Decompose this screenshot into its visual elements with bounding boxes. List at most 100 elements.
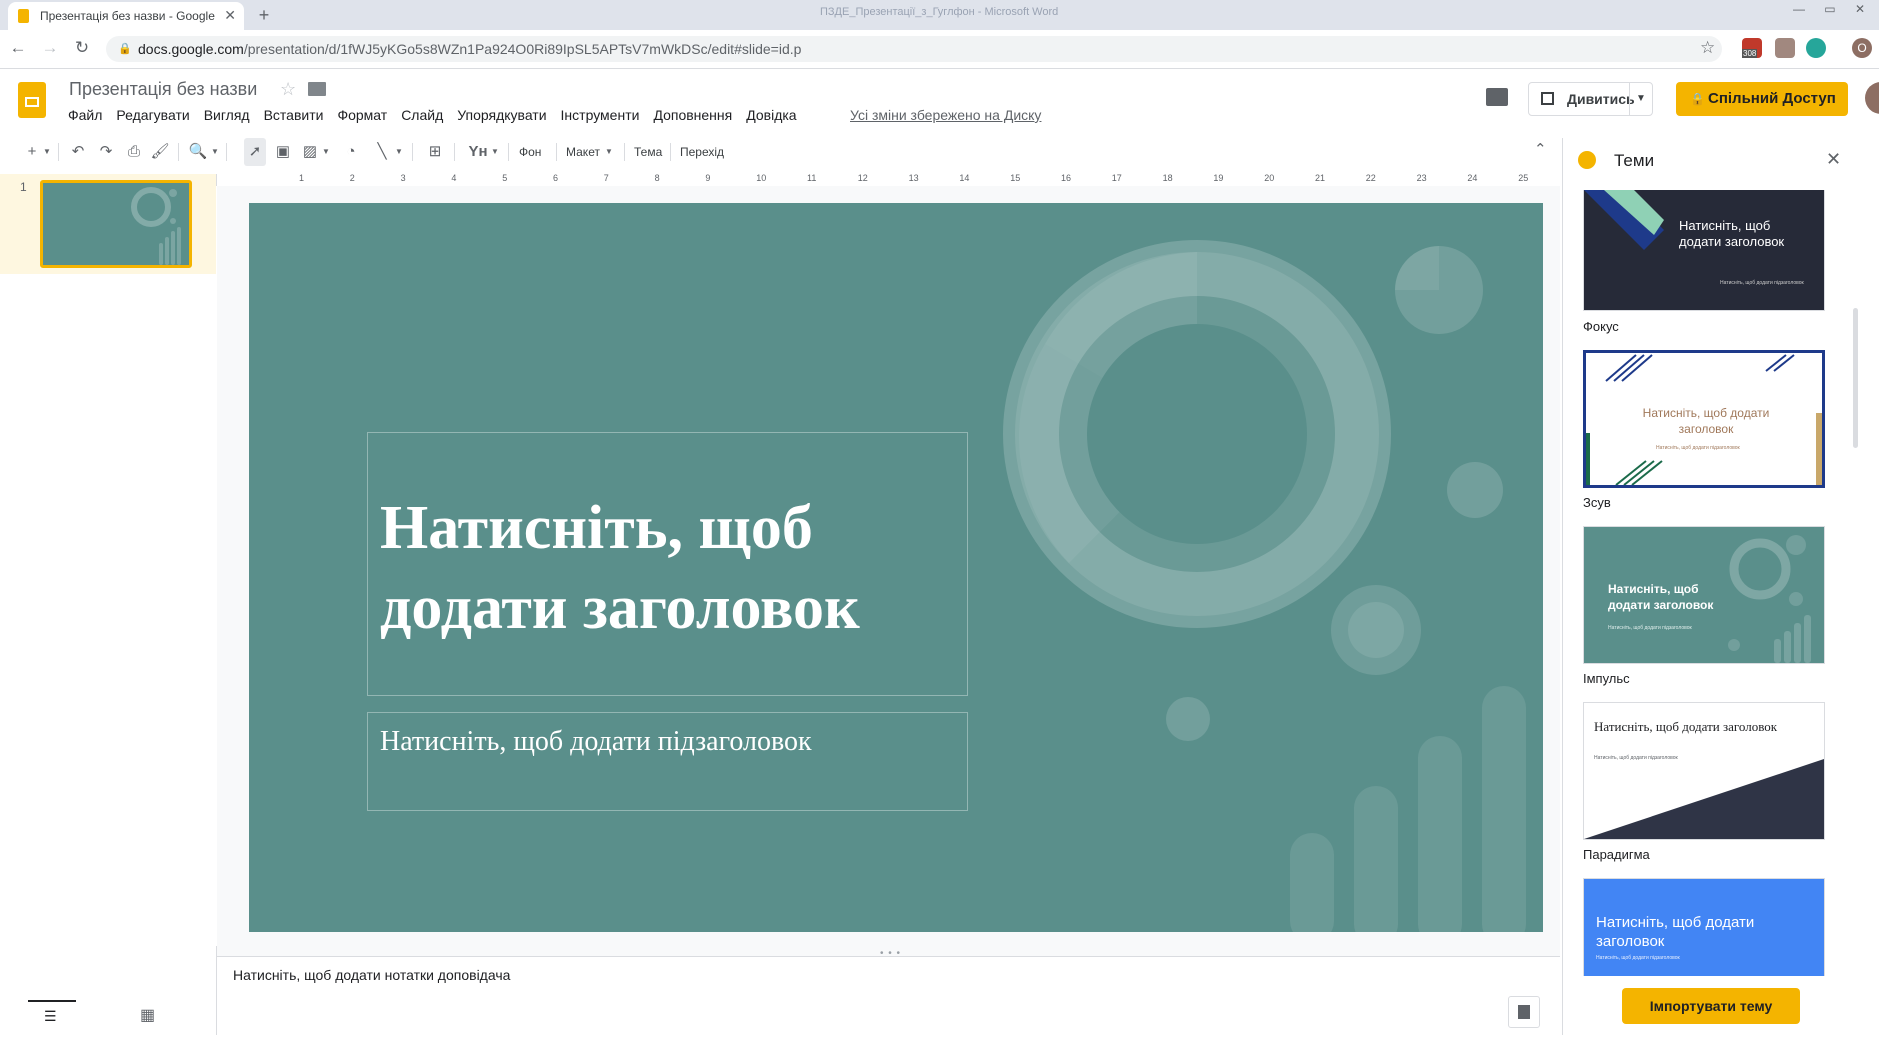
print-icon[interactable]: ⎙ bbox=[124, 138, 144, 166]
slide-thumbnail[interactable] bbox=[40, 180, 192, 268]
image-dropdown-icon[interactable]: ▼ bbox=[321, 138, 331, 166]
theme-preview-title: Натисніть, щоб додати заголовок bbox=[1608, 582, 1714, 612]
menu-arrange[interactable]: Упорядкувати bbox=[457, 107, 546, 123]
star-icon[interactable]: ☆ bbox=[280, 79, 296, 100]
menu-addons[interactable]: Доповнення bbox=[653, 107, 732, 123]
undo-icon[interactable]: ↶ bbox=[68, 138, 88, 166]
menu-view[interactable]: Вигляд bbox=[204, 107, 250, 123]
comment-history-icon[interactable] bbox=[1486, 88, 1508, 106]
present-button[interactable]: Дивитись ▼ bbox=[1528, 82, 1653, 116]
menu-file[interactable]: Файл bbox=[68, 107, 102, 123]
toolbar-divider bbox=[556, 143, 557, 161]
theme-preview-title: Натисніть, щоб додати заголовок bbox=[1679, 218, 1785, 249]
menu-help[interactable]: Довідка bbox=[746, 107, 796, 123]
close-icon[interactable]: ✕ bbox=[1826, 149, 1841, 170]
line-dropdown-icon[interactable]: ▼ bbox=[394, 138, 404, 166]
text-box-icon[interactable]: ▣ bbox=[272, 138, 294, 166]
bookmark-star-icon[interactable]: ☆ bbox=[1700, 38, 1715, 58]
ruler-tick-label: 22 bbox=[1365, 173, 1376, 183]
menu-insert[interactable]: Вставити bbox=[264, 107, 324, 123]
collapse-toolbar-icon[interactable]: ⌃ bbox=[1534, 140, 1547, 158]
speaker-notes-placeholder[interactable]: Натисніть, щоб додати нотатки доповідача bbox=[233, 967, 510, 983]
theme-preview-subtitle: Натисніть, щоб додати підзаголовок bbox=[1720, 280, 1804, 286]
folder-icon[interactable] bbox=[308, 82, 326, 96]
list-view-icon: ☰ bbox=[44, 1008, 57, 1024]
toolbar-divider bbox=[508, 143, 509, 161]
ruler-tick-label: 16 bbox=[1061, 173, 1072, 183]
menu-slide[interactable]: Слайд bbox=[401, 107, 443, 123]
theme-preview-title: Натисніть, щоб додати заголовок bbox=[1642, 406, 1770, 436]
zoom-icon[interactable]: 🔍 bbox=[188, 138, 208, 166]
select-cursor-icon[interactable]: ➚ bbox=[244, 138, 266, 166]
theme-card-paradigm[interactable]: Натисніть, щоб додати заголовок Натисніт… bbox=[1583, 702, 1825, 840]
extension-badge: 308 bbox=[1742, 49, 1758, 58]
tab-close-icon[interactable]: ✕ bbox=[224, 7, 236, 24]
add-comment-icon[interactable]: ⊞ bbox=[424, 138, 446, 166]
theme-card-pulse[interactable]: Натисніть, щоб додати заголовок Натисніт… bbox=[1583, 526, 1825, 664]
slide-title-line: додати заголовок bbox=[380, 574, 860, 642]
import-theme-button[interactable]: Імпортувати тему bbox=[1622, 988, 1800, 1024]
slide-subtitle[interactable]: Натисніть, щоб додати підзаголовок bbox=[380, 726, 812, 758]
layout-button[interactable]: Макет bbox=[566, 138, 600, 166]
slide-title[interactable]: Натисніть, щоб додати заголовок bbox=[380, 488, 960, 648]
image-icon[interactable]: ▨ bbox=[300, 138, 320, 166]
theme-name-pulse[interactable]: Імпульс bbox=[1583, 671, 1630, 686]
save-status-link[interactable]: Усі зміни збережено на Диску bbox=[850, 107, 1041, 123]
document-title[interactable]: Презентація без назви bbox=[69, 79, 257, 100]
paint-format-icon[interactable]: 🖌 bbox=[150, 138, 170, 166]
ruler-tick-label: 17 bbox=[1111, 173, 1122, 183]
theme-card-focus[interactable]: Натисніть, щоб додати заголовок Натисніт… bbox=[1583, 190, 1825, 311]
theme-name-shift[interactable]: Зсув bbox=[1583, 495, 1611, 510]
toolbar-divider bbox=[412, 143, 413, 161]
menu-edit[interactable]: Редагувати bbox=[116, 107, 189, 123]
theme-card-shift[interactable]: Натисніть, щоб додати заголовок Натисніт… bbox=[1583, 350, 1825, 488]
menu-tools[interactable]: Інструменти bbox=[561, 107, 640, 123]
input-tools-icon[interactable]: Yн bbox=[464, 138, 492, 166]
shape-icon[interactable]: ◔ bbox=[340, 138, 362, 166]
lock-icon[interactable]: 🔒 bbox=[118, 42, 132, 55]
ruler-tick-label: 11 bbox=[807, 173, 817, 183]
grid-view-icon[interactable]: ▦ bbox=[140, 1005, 155, 1025]
explore-icon[interactable] bbox=[1508, 996, 1540, 1028]
new-tab-button[interactable]: + bbox=[252, 3, 276, 27]
back-arrow-icon[interactable]: ← bbox=[8, 38, 28, 58]
theme-name-paradigm[interactable]: Парадигма bbox=[1583, 847, 1650, 862]
layout-dropdown-icon[interactable]: ▼ bbox=[604, 138, 614, 166]
ruler-tick-label: 7 bbox=[603, 173, 609, 183]
horizontal-ruler: 1 2 3 4 5 6 7 8 9 10 11 12 13 14 15 16 17 18 19 20 21 22 23 24 2… bbox=[229, 172, 1545, 187]
line-icon[interactable]: ╲ bbox=[372, 138, 392, 166]
extension-icon[interactable] bbox=[1806, 38, 1826, 58]
ruler-tick-label: 3 bbox=[400, 173, 406, 183]
theme-button[interactable]: Тема bbox=[634, 138, 662, 166]
menu-format[interactable]: Формат bbox=[337, 107, 387, 123]
browser-tab[interactable]: Презентація без назви - Google ✕ bbox=[8, 2, 244, 30]
themes-scrollbar[interactable] bbox=[1853, 308, 1858, 448]
slides-favicon-icon bbox=[18, 9, 29, 23]
extension-icon[interactable] bbox=[1775, 38, 1795, 58]
ruler-tick-label: 14 bbox=[959, 173, 970, 183]
extension-icon[interactable]: 308 bbox=[1742, 38, 1762, 58]
background-button[interactable]: Фон bbox=[519, 138, 541, 166]
transition-button[interactable]: Перехід bbox=[680, 138, 724, 166]
ruler-tick-label: 15 bbox=[1010, 173, 1021, 183]
input-tools-dropdown-icon[interactable]: ▼ bbox=[490, 138, 500, 166]
new-slide-plus-icon[interactable]: + bbox=[24, 138, 40, 166]
new-slide-dropdown-icon[interactable]: ▼ bbox=[42, 138, 52, 166]
ruler-tick-label: 10 bbox=[756, 173, 767, 183]
slides-logo-icon[interactable] bbox=[18, 82, 46, 118]
thumbnail-graphic bbox=[131, 187, 181, 265]
window-controls[interactable]: — ▭ ✕ bbox=[1793, 2, 1873, 16]
browser-profile-avatar[interactable]: O bbox=[1852, 38, 1872, 58]
present-dropdown-icon[interactable]: ▼ bbox=[1629, 83, 1652, 115]
reload-icon[interactable]: ↻ bbox=[72, 38, 92, 58]
share-button[interactable]: 🔒 Спільний Доступ bbox=[1676, 82, 1848, 116]
theme-card-blue[interactable]: Натисніть, щоб додати заголовок Натисніт… bbox=[1583, 878, 1825, 976]
forward-arrow-icon[interactable]: → bbox=[40, 38, 60, 58]
zoom-dropdown-icon[interactable]: ▼ bbox=[210, 138, 220, 166]
account-avatar[interactable] bbox=[1865, 82, 1879, 114]
ruler-tick-label: 21 bbox=[1315, 173, 1326, 183]
redo-icon[interactable]: ↷ bbox=[96, 138, 116, 166]
toolbar-divider bbox=[670, 143, 671, 161]
theme-name-focus[interactable]: Фокус bbox=[1583, 319, 1619, 334]
filmstrip-view-button[interactable]: ☰ bbox=[28, 1000, 76, 1037]
